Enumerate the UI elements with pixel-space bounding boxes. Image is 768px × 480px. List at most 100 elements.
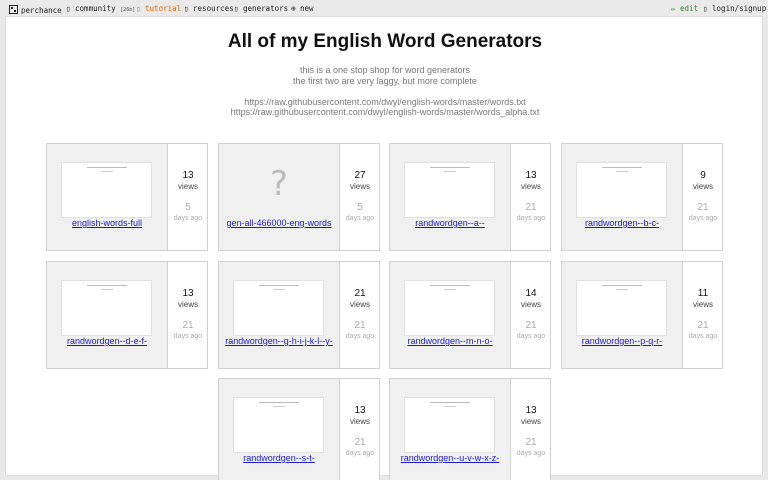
thumbnail-line bbox=[273, 289, 285, 290]
card-stats: 13 views 21 days ago bbox=[339, 379, 379, 480]
card-stats: 21 views 21 days ago bbox=[339, 262, 379, 368]
resources-link[interactable]: ▯ resources bbox=[184, 4, 234, 13]
subtitle-line-2: the first two are very laggy, but more c… bbox=[293, 76, 477, 86]
days-label: days ago bbox=[688, 333, 718, 340]
thumbnail-line bbox=[101, 289, 113, 290]
view-count: 11 bbox=[697, 288, 709, 299]
thumbnail-line bbox=[273, 406, 285, 407]
thumbnail-line bbox=[87, 167, 127, 168]
card-preview: randwordgen--b-c- bbox=[562, 144, 682, 250]
days-count: 21 bbox=[182, 320, 194, 331]
source-link-1: https://raw.githubusercontent.com/dwyl/e… bbox=[244, 97, 526, 107]
community-count: [26m] bbox=[120, 7, 136, 13]
thumbnail-line bbox=[444, 289, 456, 290]
page-title: All of my English Word Generators bbox=[227, 31, 543, 52]
generator-link[interactable]: randwordgen--p-q-r- bbox=[564, 336, 680, 347]
thumbnail-line bbox=[616, 289, 628, 290]
card-stats: 13 views 21 days ago bbox=[510, 144, 550, 250]
generators-link[interactable]: ▯ generators bbox=[234, 4, 288, 13]
days-count: 21 bbox=[525, 202, 537, 213]
generator-link[interactable]: english-words-full bbox=[49, 218, 165, 229]
views-label: views bbox=[177, 300, 198, 309]
subtitle-line-1: this is a one stop shop for word generat… bbox=[299, 65, 471, 75]
thumbnail-line bbox=[259, 402, 299, 403]
community-link[interactable]: ▯ community [26m] bbox=[66, 4, 135, 13]
edit-link[interactable]: ✏ edit bbox=[671, 4, 698, 13]
generator-card[interactable]: randwordgen--p-q-r- 11 views 21 days ago bbox=[561, 261, 723, 369]
login-link[interactable]: ▯ login/signup bbox=[703, 4, 766, 13]
view-count: 14 bbox=[525, 288, 537, 299]
days-label: days ago bbox=[345, 333, 375, 340]
thumbnail-line bbox=[430, 285, 470, 286]
thumbnail-line bbox=[430, 167, 470, 168]
generator-link[interactable]: randwordgen--m-n-o- bbox=[392, 336, 508, 347]
pencil-icon: ✏ bbox=[671, 4, 676, 13]
card-preview: randwordgen--u-v-w-x-z- bbox=[390, 379, 510, 480]
generator-card[interactable]: ? gen-all-466000-eng-words 27 views 5 da… bbox=[218, 143, 380, 251]
generator-thumbnail[interactable] bbox=[404, 162, 495, 218]
days-count: 21 bbox=[354, 437, 366, 448]
generator-card[interactable]: randwordgen--m-n-o- 14 views 21 days ago bbox=[389, 261, 551, 369]
generator-thumbnail[interactable] bbox=[576, 280, 667, 336]
generator-card[interactable]: randwordgen--d-e-f- 13 views 21 days ago bbox=[46, 261, 208, 369]
generator-link[interactable]: randwordgen--b-c- bbox=[564, 218, 680, 229]
days-count: 21 bbox=[525, 320, 537, 331]
generator-card[interactable]: randwordgen--b-c- 9 views 21 days ago bbox=[561, 143, 723, 251]
generator-card[interactable]: english-words-full 13 views 5 days ago bbox=[46, 143, 208, 251]
views-label: views bbox=[520, 300, 541, 309]
generator-thumbnail[interactable] bbox=[404, 280, 495, 336]
card-stats: 27 views 5 days ago bbox=[339, 144, 379, 250]
views-label: views bbox=[349, 182, 370, 191]
days-label: days ago bbox=[345, 215, 375, 222]
generator-link[interactable]: randwordgen--d-e-f- bbox=[49, 336, 165, 347]
views-label: views bbox=[520, 417, 541, 426]
thumbnail-line bbox=[259, 285, 299, 286]
generator-link[interactable]: randwordgen--g-h-i-j-k-l--y- bbox=[221, 336, 337, 347]
thumbnail-line bbox=[616, 171, 628, 172]
days-count: 5 bbox=[357, 202, 363, 213]
generator-thumbnail[interactable] bbox=[404, 397, 495, 453]
days-count: 5 bbox=[185, 202, 191, 213]
generator-thumbnail[interactable] bbox=[61, 162, 152, 218]
generator-thumbnail[interactable] bbox=[576, 162, 667, 218]
thumbnail-line bbox=[101, 171, 113, 172]
card-stats: 9 views 21 days ago bbox=[682, 144, 722, 250]
logo-text: perchance bbox=[21, 6, 62, 15]
card-stats: 14 views 21 days ago bbox=[510, 262, 550, 368]
view-count: 13 bbox=[182, 170, 194, 181]
view-count: 27 bbox=[354, 170, 366, 181]
generator-thumbnail[interactable] bbox=[61, 280, 152, 336]
thumbnail-line bbox=[430, 402, 470, 403]
plus-circle-icon: ⊕ bbox=[291, 4, 296, 13]
generator-thumbnail[interactable] bbox=[233, 397, 324, 453]
views-label: views bbox=[692, 300, 713, 309]
view-count: 13 bbox=[525, 170, 537, 181]
generator-link[interactable]: randwordgen--s-t- bbox=[221, 453, 337, 464]
days-count: 21 bbox=[525, 437, 537, 448]
new-link[interactable]: ⊕ new bbox=[291, 4, 314, 13]
generator-card[interactable]: randwordgen--a-- 13 views 21 days ago bbox=[389, 143, 551, 251]
generator-link[interactable]: randwordgen--u-v-w-x-z- bbox=[392, 453, 508, 464]
days-count: 21 bbox=[354, 320, 366, 331]
view-count: 13 bbox=[182, 288, 194, 299]
source-link-2: https://raw.githubusercontent.com/dwyl/e… bbox=[230, 107, 540, 117]
views-label: views bbox=[692, 182, 713, 191]
days-label: days ago bbox=[516, 215, 546, 222]
generator-card[interactable]: randwordgen--s-t- 13 views 21 days ago bbox=[218, 378, 380, 480]
thumbnail-line bbox=[444, 406, 456, 407]
card-preview: randwordgen--d-e-f- bbox=[47, 262, 167, 368]
tutorial-link[interactable]: ▯ tutorial bbox=[136, 4, 181, 13]
generator-card[interactable]: randwordgen--u-v-w-x-z- 13 views 21 days… bbox=[389, 378, 551, 480]
generator-link[interactable]: randwordgen--a-- bbox=[392, 218, 508, 229]
logo-link[interactable]: perchance bbox=[9, 4, 62, 15]
card-preview: randwordgen--s-t- bbox=[219, 379, 339, 480]
card-preview: ? gen-all-466000-eng-words bbox=[219, 144, 339, 250]
days-label: days ago bbox=[173, 215, 203, 222]
views-label: views bbox=[520, 182, 541, 191]
generator-link[interactable]: gen-all-466000-eng-words bbox=[221, 218, 337, 229]
generator-thumbnail[interactable] bbox=[233, 280, 324, 336]
card-stats: 13 views 5 days ago bbox=[167, 144, 207, 250]
generator-card[interactable]: randwordgen--g-h-i-j-k-l--y- 21 views 21… bbox=[218, 261, 380, 369]
views-label: views bbox=[349, 300, 370, 309]
days-label: days ago bbox=[173, 333, 203, 340]
